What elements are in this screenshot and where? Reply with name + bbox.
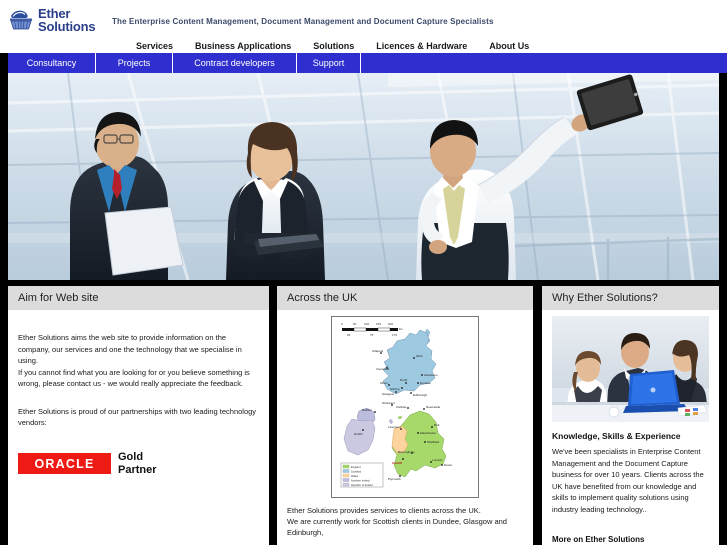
panel-uk-body: 0 50 100 150 200 km 25 75 175 Wick Aberd…	[277, 316, 533, 538]
team-laptop-photo	[552, 316, 709, 422]
subnav-left-spacer	[0, 53, 8, 73]
svg-text:Northern Ireland: Northern Ireland	[351, 478, 370, 482]
svg-text:Wales: Wales	[351, 474, 359, 478]
nav-item-business-applications[interactable]: Business Applications	[195, 41, 291, 51]
svg-text:London: London	[432, 458, 443, 462]
panel-across-the-uk: Across the UK 0 50 100 150 200 km 25 75 …	[277, 286, 533, 545]
hero-banner-image	[8, 73, 719, 280]
logo-line-2: Solutions	[38, 19, 96, 34]
svg-text:Sheffield: Sheffield	[427, 440, 439, 444]
primary-nav-list: Services Business Applications Solutions…	[0, 38, 727, 53]
svg-text:Hull: Hull	[434, 423, 440, 427]
oracle-gold-partner-badge: ORACLE Gold Partner	[18, 451, 259, 477]
svg-text:Plymouth: Plymouth	[388, 477, 401, 481]
panel-uk-title: Across the UK	[287, 292, 358, 304]
svg-text:km: km	[399, 327, 404, 331]
page-root: Ether Solutions The Enterprise Content M…	[0, 0, 727, 545]
svg-text:Wick: Wick	[416, 354, 423, 358]
svg-text:Oban: Oban	[380, 381, 388, 385]
svg-text:Perth: Perth	[400, 378, 408, 382]
panel-aim-paragraph-1: Ether Solutions aims the web site to pro…	[18, 333, 250, 388]
secondary-navigation: Consultancy Projects Contract developers…	[0, 53, 727, 73]
svg-text:Dover: Dover	[444, 463, 452, 467]
gold-partner-label: Gold Partner	[118, 451, 157, 477]
svg-text:Dundee: Dundee	[420, 381, 431, 385]
subnav-item-projects[interactable]: Projects	[96, 53, 173, 73]
logo-wordmark: Ether Solutions	[38, 7, 96, 34]
site-logo[interactable]: Ether Solutions	[8, 4, 108, 36]
site-tagline: The Enterprise Content Management, Docum…	[112, 17, 494, 26]
more-on-ether-solutions-link[interactable]: More on Ether Solutions	[552, 535, 709, 544]
svg-text:Scotland: Scotland	[351, 469, 362, 473]
panel-aim-paragraph-2: Ether Solutions is proud of our partners…	[18, 406, 257, 428]
panel-why-body-text: We've been specialists in Enterprise Con…	[552, 447, 704, 514]
uk-map-image: 0 50 100 150 200 km 25 75 175 Wick Aberd…	[331, 316, 479, 498]
ether-basket-logo-icon	[8, 7, 34, 33]
svg-text:25: 25	[347, 333, 351, 337]
panel-why-body: Knowledge, Skills & Experience We've bee…	[542, 316, 719, 544]
svg-text:75: 75	[370, 333, 374, 337]
svg-text:Liverpool: Liverpool	[388, 425, 401, 429]
content-panels: Aim for Web site Ether Solutions aims th…	[0, 286, 727, 545]
svg-text:Birmingham: Birmingham	[398, 450, 415, 454]
svg-text:England: England	[351, 465, 361, 469]
svg-text:Edinburgh: Edinburgh	[413, 393, 427, 397]
svg-text:Stranraer: Stranraer	[382, 401, 395, 405]
nav-item-licences-hardware[interactable]: Licences & Hardware	[376, 41, 467, 51]
subnav-filler	[361, 53, 727, 73]
svg-text:Manchester: Manchester	[420, 431, 436, 435]
oracle-wordmark: ORACLE	[34, 456, 95, 471]
panel-why-ether-solutions: Why Ether Solutions? Knowledge, Skills &…	[542, 286, 719, 545]
svg-text:200: 200	[388, 322, 393, 326]
panel-uk-header: Across the UK	[277, 286, 533, 310]
nav-item-solutions[interactable]: Solutions	[313, 41, 354, 51]
panel-aim-header: Aim for Web site	[8, 286, 269, 310]
svg-text:Glasgow: Glasgow	[382, 392, 395, 396]
panel-aim-spacer	[18, 310, 259, 332]
subnav-item-consultancy[interactable]: Consultancy	[8, 53, 96, 73]
panel-why-subhead: Knowledge, Skills & Experience	[552, 431, 681, 441]
svg-text:Ullapool: Ullapool	[372, 349, 383, 353]
svg-text:Stirling: Stirling	[390, 387, 400, 391]
svg-text:Republic of Ireland: Republic of Ireland	[351, 483, 373, 487]
oracle-logo: ORACLE	[18, 453, 111, 474]
svg-text:Aberdeen: Aberdeen	[424, 373, 438, 377]
primary-navigation: Services Business Applications Solutions…	[0, 38, 727, 53]
panel-uk-paragraph: Ether Solutions provides services to cli…	[287, 506, 507, 537]
svg-text:50: 50	[353, 322, 357, 326]
gold-partner-line-1: Gold	[118, 450, 144, 463]
svg-text:Belfast: Belfast	[362, 408, 372, 412]
panel-aim-body: Ether Solutions aims the web site to pro…	[8, 310, 269, 477]
panel-aim-title: Aim for Web site	[18, 292, 99, 304]
panel-aim-for-web-site: Aim for Web site Ether Solutions aims th…	[8, 286, 269, 545]
subnav-item-support[interactable]: Support	[297, 53, 361, 73]
svg-text:Inverness: Inverness	[376, 367, 390, 371]
nav-item-services[interactable]: Services	[136, 41, 173, 51]
panel-why-header: Why Ether Solutions?	[542, 286, 719, 310]
gold-partner-line-2: Partner	[118, 463, 157, 476]
site-header: Ether Solutions The Enterprise Content M…	[0, 0, 727, 38]
nav-item-about-us[interactable]: About Us	[489, 41, 529, 51]
svg-text:100: 100	[364, 322, 369, 326]
svg-text:Dublin: Dublin	[354, 432, 363, 436]
svg-text:Newcastle: Newcastle	[426, 405, 441, 409]
subnav-item-contract-developers[interactable]: Contract developers	[173, 53, 297, 73]
svg-text:Carlisle: Carlisle	[396, 405, 407, 409]
svg-text:150: 150	[376, 322, 381, 326]
panel-why-title: Why Ether Solutions?	[552, 292, 658, 304]
svg-text:175: 175	[392, 333, 397, 337]
svg-text:Cardiff: Cardiff	[392, 461, 403, 465]
